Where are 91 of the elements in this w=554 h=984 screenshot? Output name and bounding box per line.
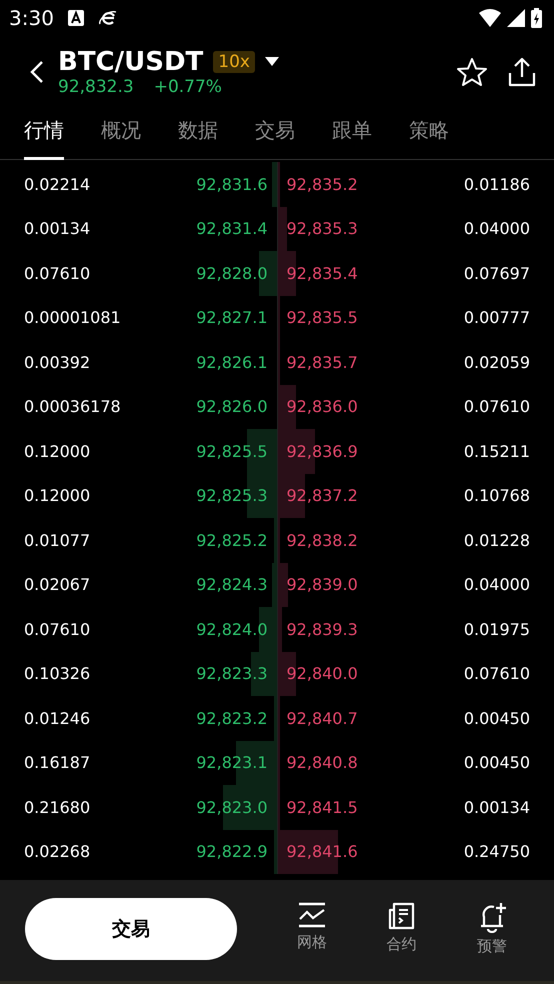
tab[interactable]: 数据 (178, 108, 218, 160)
dropdown-icon[interactable] (265, 57, 279, 67)
ask-price: 92,835.7 (286, 352, 359, 372)
ask-price: 92,836.0 (286, 397, 359, 416)
tab[interactable]: 策略 (409, 108, 449, 160)
bid-size: 0.07610 (24, 620, 92, 639)
ask-price: 92,841.6 (286, 842, 359, 862)
nav-item[interactable]: 合约 (386, 901, 416, 956)
bid-price: 92,824.0 (195, 620, 268, 639)
bid-price: 92,825.2 (195, 530, 268, 550)
ask-size: 0.04000 (462, 575, 530, 594)
bid-price: 92,831.6 (195, 174, 268, 194)
tab[interactable]: 概况 (101, 108, 141, 160)
ask-price: 92,840.7 (286, 708, 359, 728)
tab[interactable]: 行情 (24, 108, 64, 160)
ask-price: 92,839.3 (286, 620, 359, 639)
bid-size: 0.00001081 (24, 308, 122, 328)
bid-depth-bar (272, 162, 276, 206)
tab[interactable]: 跟单 (332, 108, 372, 160)
bid-size: 0.12000 (24, 486, 92, 506)
ask-size: 0.24750 (462, 842, 530, 862)
notification-app-icon (68, 10, 84, 26)
ask-price: 92,835.3 (286, 219, 359, 238)
bid-price: 92,827.1 (195, 308, 268, 328)
share-icon[interactable] (508, 57, 536, 87)
ask-price: 92,835.2 (286, 174, 359, 194)
trade-button[interactable]: 交易 (25, 898, 237, 960)
price-change: +0.77% (154, 77, 222, 97)
bid-price: 92,822.9 (195, 842, 268, 862)
chart-line-icon (298, 901, 326, 929)
bid-size: 0.12000 (24, 442, 92, 461)
pair-title: BTC/USDT (58, 47, 204, 77)
bid-size: 0.01246 (24, 708, 92, 728)
ask-price: 92,840.8 (286, 753, 359, 772)
bid-size: 0.02214 (24, 174, 92, 194)
bid-size: 0.07610 (24, 264, 92, 283)
bid-size: 0.02268 (24, 842, 92, 862)
ask-size: 0.01228 (462, 530, 530, 550)
nav-item[interactable]: 预警 (476, 901, 508, 956)
battery-icon (531, 8, 542, 28)
leverage-badge: 10x (213, 51, 255, 73)
ask-size: 0.01975 (462, 620, 530, 639)
ask-price: 92,839.0 (286, 575, 359, 594)
bid-size: 0.01077 (24, 530, 92, 550)
ask-price: 92,835.5 (286, 308, 359, 328)
bid-size: 0.10326 (24, 664, 92, 684)
bid-price: 92,823.0 (195, 798, 268, 817)
ask-price: 92,838.2 (286, 530, 359, 550)
status-time: 3:30 (9, 6, 54, 30)
bid-size: 0.00392 (24, 352, 92, 372)
bid-price: 92,823.2 (195, 708, 268, 728)
ask-size: 0.00134 (462, 798, 530, 817)
ask-size: 0.00777 (462, 308, 530, 328)
ask-size: 0.02059 (462, 352, 530, 372)
ask-price: 92,836.9 (286, 442, 359, 461)
bid-size: 0.02067 (24, 575, 92, 594)
bid-price: 92,826.1 (195, 352, 268, 372)
ask-size: 0.07697 (462, 264, 530, 283)
ask-price: 92,837.2 (286, 486, 359, 506)
ask-size: 0.15211 (462, 442, 530, 461)
ask-size: 0.01186 (462, 174, 530, 194)
bid-price: 92,825.3 (195, 486, 268, 506)
bid-price: 92,831.4 (195, 219, 268, 238)
ask-price: 92,841.5 (286, 798, 359, 817)
ask-size: 0.00450 (462, 753, 530, 772)
ask-size: 0.04000 (462, 219, 530, 238)
star-icon[interactable] (456, 57, 488, 87)
signal-icon (507, 9, 525, 27)
browser-icon (98, 9, 118, 27)
ask-size: 0.10768 (462, 486, 530, 506)
ask-size: 0.00450 (462, 708, 530, 728)
nav-item[interactable]: 网格 (296, 901, 327, 956)
bid-price: 92,825.5 (195, 442, 268, 461)
ask-size: 0.07610 (462, 397, 530, 416)
bid-price: 92,826.0 (195, 397, 268, 416)
bid-price: 92,824.3 (195, 575, 268, 594)
bid-size: 0.00036178 (24, 397, 122, 416)
document-icon (386, 901, 416, 931)
ask-size: 0.07610 (462, 664, 530, 684)
tab[interactable]: 交易 (255, 108, 295, 160)
bid-size: 0.00134 (24, 219, 92, 238)
bid-size: 0.21680 (24, 798, 92, 817)
wifi-icon (479, 9, 501, 27)
bid-price: 92,823.1 (195, 753, 268, 772)
bid-price: 92,828.0 (195, 264, 268, 283)
bid-size: 0.16187 (24, 753, 92, 772)
ask-price: 92,835.4 (286, 264, 359, 283)
ask-price: 92,840.0 (286, 664, 359, 684)
bid-price: 92,823.3 (195, 664, 268, 684)
last-price: 92,832.3 (58, 77, 134, 97)
back-icon[interactable] (30, 60, 44, 84)
